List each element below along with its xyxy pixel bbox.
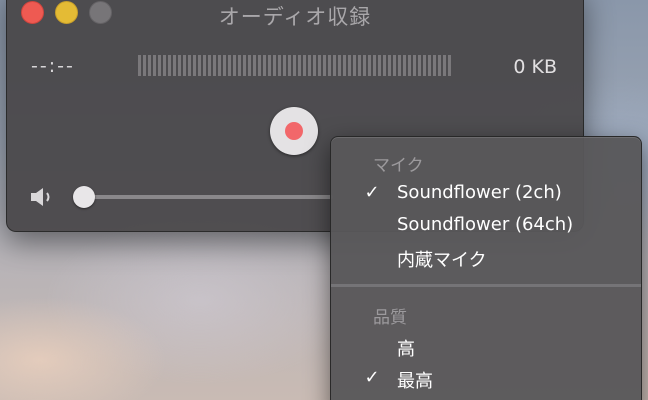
- menu-item-label: Soundflower (2ch): [397, 182, 562, 203]
- menu-item-label: Soundflower (64ch): [397, 214, 574, 235]
- window-title: オーディオ収録: [218, 5, 372, 29]
- menu-header-microphone: マイク: [373, 156, 424, 176]
- file-size: 0 KB: [513, 56, 557, 78]
- volume-knob[interactable]: [73, 186, 95, 208]
- audio-level-meter: [138, 55, 452, 76]
- checkmark-icon: ✓: [364, 367, 380, 388]
- menu-item-quality-high[interactable]: 高: [331, 330, 641, 362]
- menu-item-quality-maximum[interactable]: ✓ 最高: [331, 362, 641, 394]
- menu-item-soundflower-64ch[interactable]: Soundflower (64ch): [331, 209, 641, 241]
- menu-separator: [331, 284, 641, 287]
- menu-item-label: 内蔵マイク: [397, 250, 487, 271]
- input-options-menu: マイク ✓ Soundflower (2ch) Soundflower (64c…: [330, 136, 642, 400]
- menu-item-label: 高: [397, 339, 415, 360]
- menu-item-label: 最高: [397, 371, 433, 392]
- checkmark-icon: ✓: [364, 182, 380, 203]
- speaker-icon: [31, 188, 50, 206]
- menu-header-quality: 品質: [373, 308, 407, 328]
- volume-slider[interactable]: [73, 183, 333, 211]
- menu-item-soundflower-2ch[interactable]: ✓ Soundflower (2ch): [331, 177, 641, 209]
- record-button[interactable]: [270, 107, 318, 155]
- elapsed-time: --:--: [31, 55, 75, 77]
- menu-item-built-in-mic[interactable]: 内蔵マイク: [331, 241, 641, 273]
- volume-track: [79, 195, 333, 199]
- record-icon: [285, 122, 303, 140]
